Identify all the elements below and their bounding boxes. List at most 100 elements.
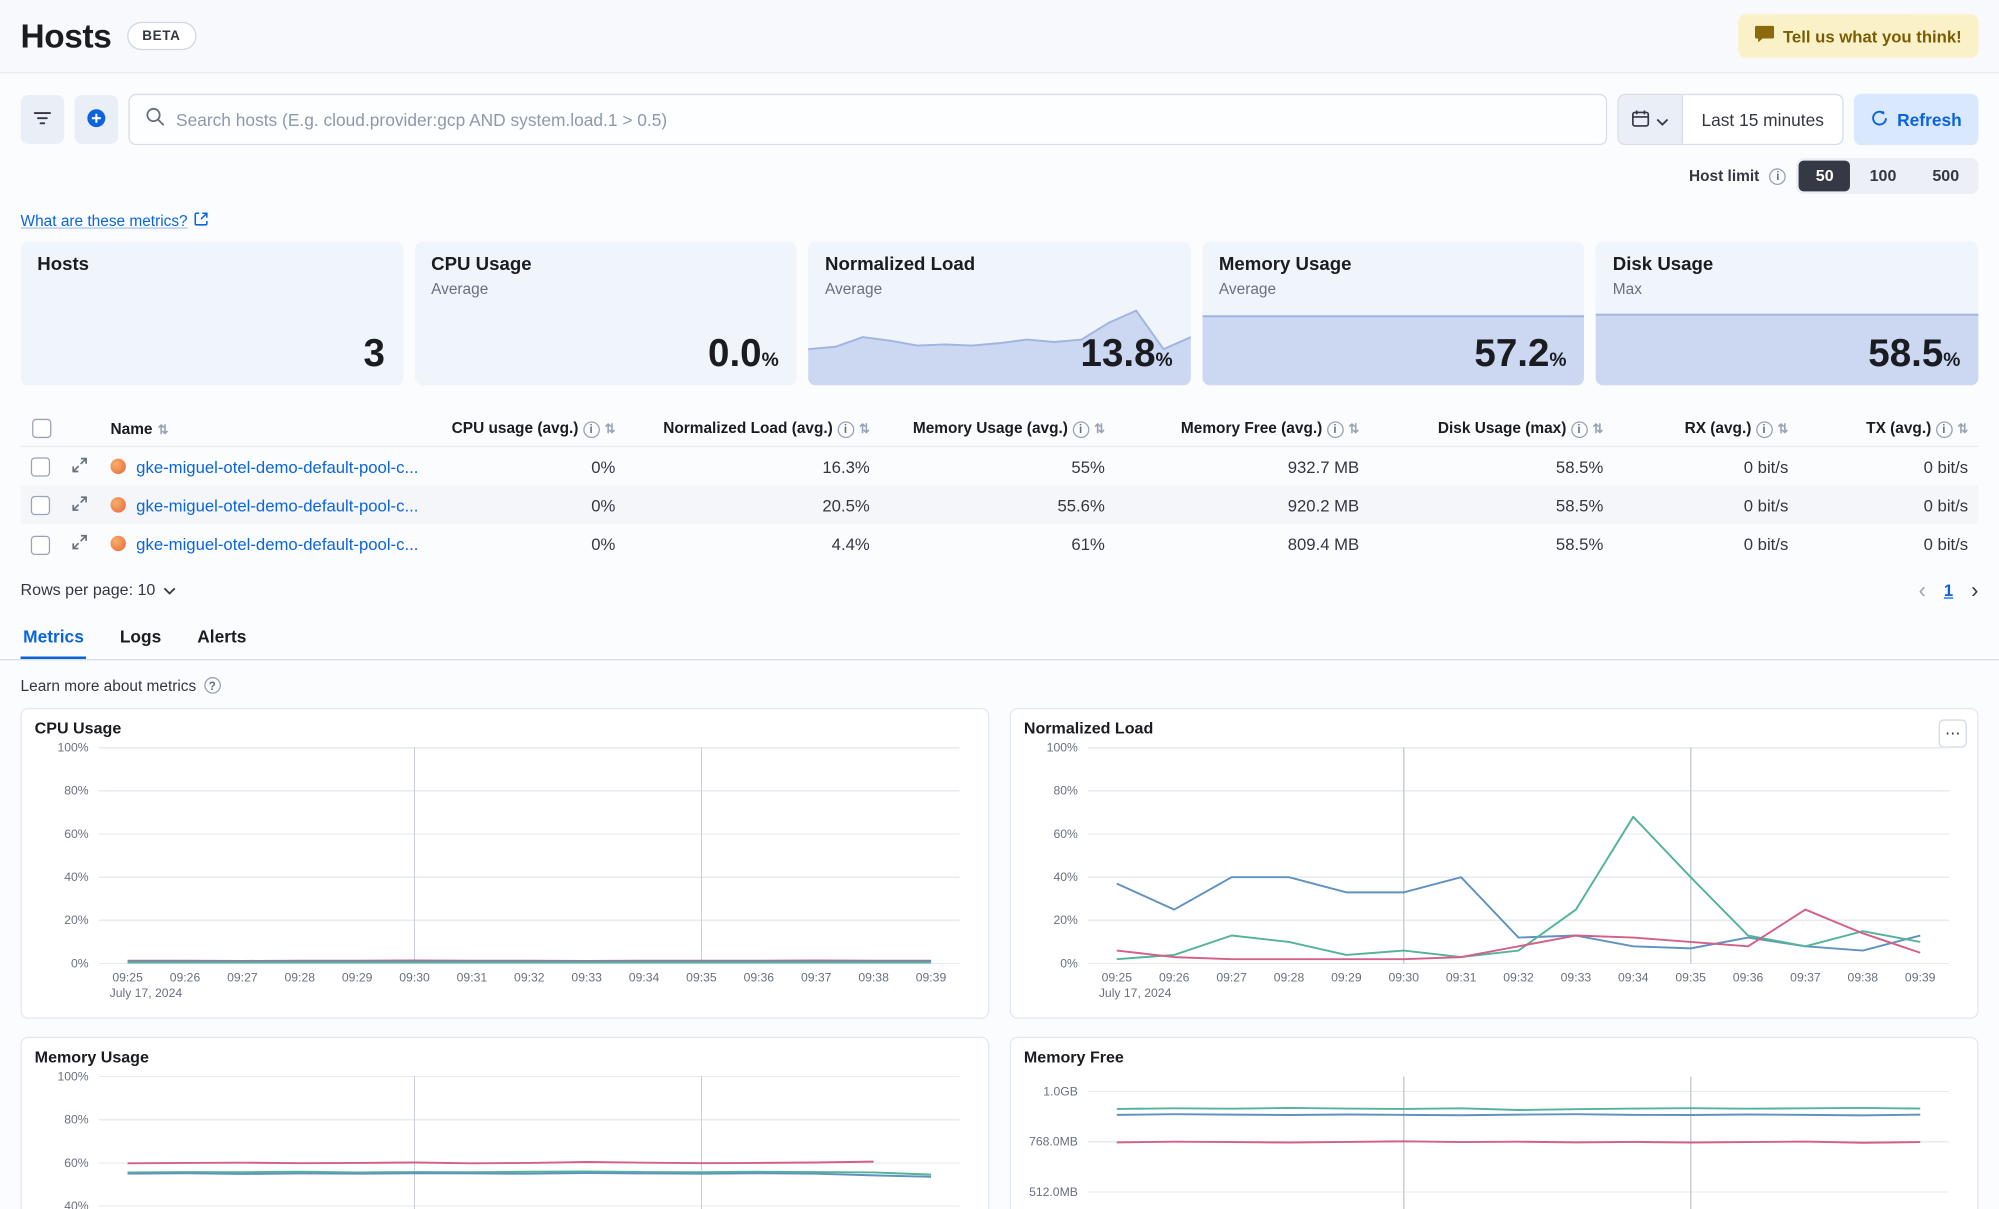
what-are-metrics-link[interactable]: What are these metrics? <box>0 194 1999 230</box>
column-header-tx[interactable]: TX (avg.) i⇅ <box>1799 411 1979 447</box>
info-icon[interactable]: i <box>583 421 600 438</box>
info-icon[interactable]: i <box>1327 421 1344 438</box>
search-input[interactable] <box>176 110 1591 129</box>
external-link-icon <box>194 212 208 230</box>
filter-button[interactable] <box>21 95 65 144</box>
kpi-unit: % <box>1549 349 1566 371</box>
expand-row-icon[interactable] <box>72 534 87 553</box>
help-icon[interactable]: ? <box>204 677 221 694</box>
kpi-card-cpu-usage[interactable]: CPU Usage Average 0.0% <box>414 242 796 386</box>
row-checkbox[interactable] <box>31 458 50 477</box>
rows-per-page-label: Rows per page: 10 <box>21 581 156 599</box>
page-number[interactable]: 1 <box>1944 580 1953 599</box>
cell-rx: 0 bit/s <box>1614 525 1799 564</box>
svg-text:09:25: 09:25 <box>1102 970 1133 984</box>
sort-icon: ⇅ <box>1094 423 1105 437</box>
beta-badge: BETA <box>127 22 196 50</box>
host-name-link[interactable]: gke-miguel-otel-demo-default-pool-c... <box>136 457 418 476</box>
row-checkbox[interactable] <box>31 535 50 554</box>
quick-select-button[interactable] <box>1619 95 1683 144</box>
svg-text:100%: 100% <box>1047 740 1078 754</box>
expand-row-icon[interactable] <box>72 496 87 515</box>
cell-tx: 0 bit/s <box>1799 486 1979 525</box>
kpi-title: Hosts <box>37 254 386 275</box>
kpi-subtitle: Average <box>825 280 1174 298</box>
search-box[interactable] <box>128 94 1607 145</box>
kpi-card-normalized-load[interactable]: Normalized Load Average 13.8% <box>808 242 1190 386</box>
search-toolbar: Last 15 minutes Refresh <box>0 73 1999 145</box>
kpi-card-disk-usage[interactable]: Disk Usage Max 58.5% <box>1596 242 1978 386</box>
info-icon[interactable]: i <box>1936 421 1953 438</box>
cell-load: 20.5% <box>626 486 880 525</box>
table-row: gke-miguel-otel-demo-default-pool-c... 0… <box>21 525 1979 564</box>
sort-icon: ⇅ <box>1593 423 1604 437</box>
svg-text:80%: 80% <box>64 1112 89 1126</box>
normalized-load-chart[interactable]: 0%20%40%60%80%100%09:2509:2609:2709:2809… <box>1024 739 1964 1001</box>
svg-text:09:37: 09:37 <box>801 970 832 984</box>
cpu-usage-chart[interactable]: 0%20%40%60%80%100%09:2509:2609:2709:2809… <box>35 739 975 1001</box>
column-header-load[interactable]: Normalized Load (avg.) i⇅ <box>626 411 880 447</box>
feedback-label: Tell us what you think! <box>1783 26 1962 45</box>
select-all-checkbox[interactable] <box>31 419 50 438</box>
host-name-link[interactable]: gke-miguel-otel-demo-default-pool-c... <box>136 534 418 553</box>
feedback-button[interactable]: Tell us what you think! <box>1738 14 1978 58</box>
info-icon[interactable]: i <box>1756 421 1773 438</box>
column-header-rx[interactable]: RX (avg.) i⇅ <box>1614 411 1799 447</box>
kpi-card-hosts[interactable]: Hosts 3 <box>21 242 403 386</box>
svg-text:09:26: 09:26 <box>1159 970 1190 984</box>
sort-icon: ⇅ <box>158 424 169 438</box>
previous-page-icon[interactable]: ‹ <box>1919 579 1926 601</box>
memory-usage-chart[interactable]: 0%20%40%60%80%100%09:2509:2609:2709:2809… <box>35 1068 975 1209</box>
cell-disk: 58.5% <box>1369 486 1613 525</box>
time-range-button[interactable]: Last 15 minutes <box>1683 95 1841 144</box>
host-limit-100[interactable]: 100 <box>1853 161 1913 192</box>
svg-text:09:26: 09:26 <box>170 970 201 984</box>
cell-disk: 58.5% <box>1369 447 1613 486</box>
cell-memory: 61% <box>880 525 1115 564</box>
svg-text:09:33: 09:33 <box>571 970 602 984</box>
info-icon[interactable]: i <box>1571 421 1588 438</box>
svg-text:09:38: 09:38 <box>858 970 889 984</box>
host-limit-50[interactable]: 50 <box>1799 161 1850 192</box>
next-page-icon[interactable]: › <box>1971 579 1978 601</box>
kpi-subtitle: Max <box>1613 280 1962 298</box>
memory-free-chart[interactable]: 512.0MB768.0MB1.0GB09:2509:2609:2709:280… <box>1024 1068 1964 1209</box>
expand-row-icon[interactable] <box>72 457 87 476</box>
tab-metrics[interactable]: Metrics <box>21 616 87 658</box>
svg-text:09:32: 09:32 <box>514 970 545 984</box>
kpi-card-memory-usage[interactable]: Memory Usage Average 57.2% <box>1202 242 1584 386</box>
cell-memory: 55.6% <box>880 486 1115 525</box>
column-header-memory-free[interactable]: Memory Free (avg.) i⇅ <box>1115 411 1369 447</box>
chart-title: Memory Usage <box>35 1048 975 1066</box>
cell-rx: 0 bit/s <box>1614 447 1799 486</box>
info-icon[interactable]: i <box>1072 421 1089 438</box>
refresh-label: Refresh <box>1897 110 1962 129</box>
column-header-disk[interactable]: Disk Usage (max) i⇅ <box>1369 411 1613 447</box>
page-header: Hosts BETA Tell us what you think! <box>0 0 1999 73</box>
pagination: ‹ 1 › <box>1919 579 1979 601</box>
cell-rx: 0 bit/s <box>1614 486 1799 525</box>
svg-text:July 17, 2024: July 17, 2024 <box>110 985 183 999</box>
tab-alerts[interactable]: Alerts <box>195 616 249 658</box>
svg-text:0%: 0% <box>71 956 89 970</box>
tab-logs[interactable]: Logs <box>117 616 164 658</box>
cell-tx: 0 bit/s <box>1799 525 1979 564</box>
host-limit-500[interactable]: 500 <box>1916 161 1976 192</box>
column-header-name[interactable]: Name⇅ <box>100 411 441 447</box>
sort-icon: ⇅ <box>1778 423 1789 437</box>
info-icon[interactable]: i <box>1770 168 1787 185</box>
tab-bar: Metrics Logs Alerts <box>0 616 1999 660</box>
add-filter-button[interactable] <box>75 95 119 144</box>
chart-panel-memory-free: Memory Free 512.0MB768.0MB1.0GB09:2509:2… <box>1010 1036 1979 1209</box>
host-name-link[interactable]: gke-miguel-otel-demo-default-pool-c... <box>136 496 418 515</box>
column-header-memory[interactable]: Memory Usage (avg.) i⇅ <box>880 411 1115 447</box>
svg-text:09:29: 09:29 <box>342 970 373 984</box>
row-checkbox[interactable] <box>31 496 50 515</box>
host-icon <box>110 498 125 513</box>
svg-text:768.0MB: 768.0MB <box>1029 1134 1078 1148</box>
column-header-cpu[interactable]: CPU usage (avg.) i⇅ <box>441 411 625 447</box>
refresh-button[interactable]: Refresh <box>1853 94 1978 145</box>
info-icon[interactable]: i <box>837 421 854 438</box>
rows-per-page-button[interactable]: Rows per page: 10 <box>21 581 176 599</box>
learn-more-row: Learn more about metrics ? <box>0 660 1999 697</box>
